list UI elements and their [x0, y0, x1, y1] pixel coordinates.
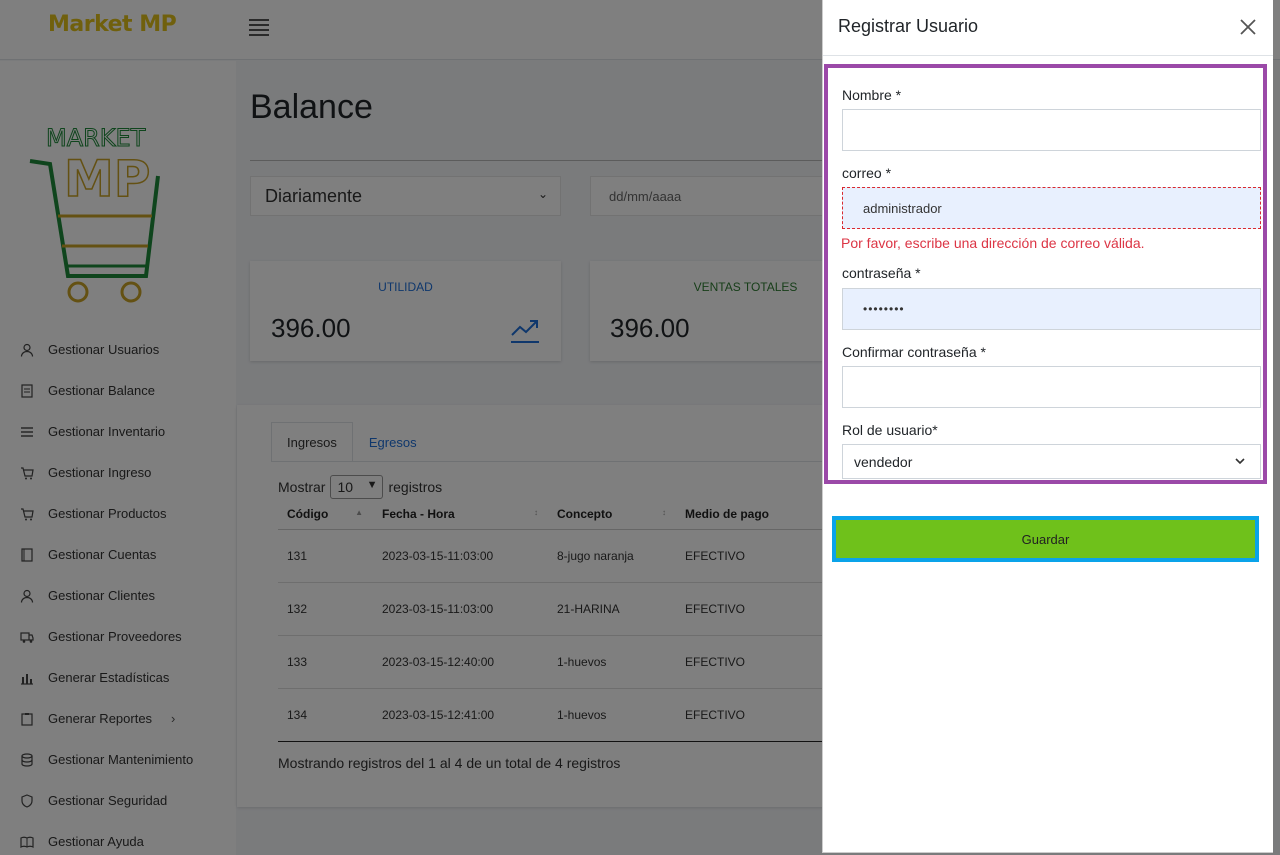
nombre-label: Nombre * — [842, 87, 902, 103]
register-user-panel: Registrar Usuario Nombre * correo * admi… — [822, 0, 1273, 853]
confirm-password-field[interactable] — [842, 366, 1261, 408]
close-icon[interactable] — [1235, 14, 1261, 40]
role-select[interactable]: vendedor — [842, 444, 1261, 479]
correo-error-message: Por favor, escribe una dirección de corr… — [841, 235, 1145, 251]
password-field[interactable]: •••••••• — [842, 288, 1261, 330]
confirm-password-label: Confirmar contraseña * — [842, 344, 986, 360]
role-select-value: vendedor — [854, 453, 913, 470]
correo-label: correo * — [842, 165, 892, 181]
save-button[interactable]: Guardar — [836, 520, 1255, 558]
chevron-down-icon — [1235, 458, 1245, 465]
nombre-field[interactable] — [842, 109, 1261, 151]
panel-header: Registrar Usuario — [823, 0, 1273, 56]
role-label: Rol de usuario* — [842, 422, 938, 438]
correo-field[interactable]: administrador — [842, 187, 1261, 229]
password-label: contraseña * — [842, 265, 921, 281]
panel-title: Registrar Usuario — [838, 16, 979, 36]
user-form: Nombre * correo * administrador Por favo… — [824, 64, 1267, 484]
save-button-highlight: Guardar — [832, 516, 1259, 562]
